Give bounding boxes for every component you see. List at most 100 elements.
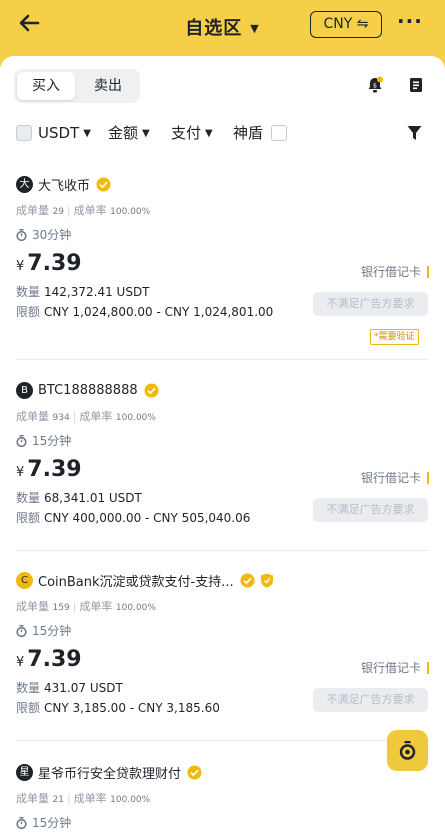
verified-badge-icon [187, 765, 202, 779]
amount-filter[interactable]: 金额 ▼ [108, 122, 150, 145]
filter-bar: USDT ▼ 金额 ▼ 支付 ▼ 神盾 [16, 122, 430, 144]
verified-badge-icon [240, 573, 255, 587]
completion-label: 成单率 [73, 792, 107, 805]
ad-listing[interactable]: 大 大飞收币 成单量 29 | 成单率 100.00% 30分钟 ¥7.39 数量 1… [0, 174, 445, 359]
filter-funnel-icon[interactable] [407, 125, 422, 141]
order-limit: 限额 CNY 1,024,800.00 - CNY 1,024,801.00 [16, 303, 273, 320]
price-value: 7.39 [27, 647, 82, 672]
merchant-name[interactable]: 大 大飞收币 [16, 174, 111, 194]
merchant-stats: 成单量 29 | 成单率 100.00% [16, 204, 151, 217]
orders-count: 21 [52, 795, 64, 805]
asset-filter-label: USDT [38, 124, 80, 142]
payment-time: 15分钟 [16, 432, 71, 449]
price-value: 7.39 [27, 251, 82, 276]
buy-tab[interactable]: 买入 [17, 72, 75, 100]
merchant-name[interactable]: B BTC188888888 [16, 380, 159, 400]
quantity-value: 142,372.41 USDT [44, 285, 150, 299]
quantity-label: 数量 [16, 285, 41, 299]
requirement-not-met-button[interactable]: 不满足广告方要求 [313, 292, 428, 316]
more-options-icon[interactable]: ··· [397, 9, 423, 33]
ad-price: ¥7.39 [16, 647, 82, 672]
completion-rate: 100.00% [115, 413, 156, 423]
completion-label: 成单率 [73, 204, 107, 217]
currency-symbol: ¥ [16, 259, 25, 274]
swap-icon: ⇋ [352, 16, 369, 32]
listing-divider [16, 550, 429, 551]
order-limit: 限额 CNY 400,000.00 - CNY 505,040.06 [16, 509, 250, 526]
merchant-name-text: 星爷币行安全贷款理财付 [38, 766, 182, 782]
verified-badge-icon [144, 383, 159, 397]
ad-listing[interactable]: C CoinBank沉淀或贷款支付-支持... 成单量 159 | 成单率 100.… [0, 570, 445, 735]
payment-time: 15分钟 [16, 622, 71, 639]
shield-checkbox[interactable] [271, 125, 287, 141]
notification-bell-icon[interactable]: $ [366, 76, 384, 94]
floating-action-button[interactable] [387, 730, 428, 771]
completion-rate: 100.00% [110, 795, 151, 805]
svg-text:$: $ [373, 82, 377, 90]
sell-tab[interactable]: 卖出 [79, 72, 137, 100]
available-quantity: 数量 431.07 USDT [16, 679, 123, 696]
listing-divider [16, 359, 429, 360]
quantity-value: 68,341.01 USDT [44, 491, 142, 505]
time-limit-text: 15分钟 [32, 434, 72, 448]
payment-method: 银行借记卡 [361, 266, 429, 278]
merchant-name[interactable]: 星 星爷币行安全贷款理财付 [16, 762, 202, 782]
available-quantity: 数量 142,372.41 USDT [16, 283, 150, 300]
shield-badge-icon [260, 573, 273, 587]
timer-icon [16, 816, 27, 829]
limit-label: 限额 [16, 305, 41, 319]
verified-badge-icon [96, 177, 111, 191]
orders-count: 934 [52, 413, 70, 423]
orders-count: 29 [52, 207, 64, 217]
ad-listing[interactable]: 星 星爷币行安全贷款理财付 成单量 21 | 成单率 100.00% 15分钟 [0, 762, 445, 836]
quantity-label: 数量 [16, 681, 41, 695]
merchant-avatar: 星 [16, 763, 33, 781]
currency-switch-button[interactable]: CNY ⇋ [310, 11, 382, 38]
limit-value: CNY 1,024,800.00 - CNY 1,024,801.00 [44, 305, 274, 319]
time-limit-text: 15分钟 [32, 816, 72, 830]
payment-method: 银行借记卡 [361, 662, 429, 674]
payment-time: 15分钟 [16, 814, 71, 831]
merchant-name[interactable]: C CoinBank沉淀或贷款支付-支持... [16, 570, 274, 590]
payment-dropdown-icon: ▼ [205, 128, 213, 139]
amount-dropdown-icon: ▼ [142, 128, 150, 139]
currency-label: CNY [323, 16, 353, 32]
merchant-name-text: CoinBank沉淀或贷款支付-支持... [38, 574, 234, 590]
time-limit-text: 15分钟 [32, 624, 72, 638]
asset-filter[interactable]: USDT ▼ [38, 122, 91, 145]
payment-filter-label: 支付 [171, 124, 202, 142]
timer-icon [16, 624, 27, 637]
merchant-avatar: B [16, 381, 33, 399]
merchant-stats: 成单量 21 | 成单率 100.00% [16, 792, 151, 805]
amount-filter-label: 金额 [108, 124, 139, 142]
title-dropdown-icon: ▼ [250, 22, 260, 35]
timer-fab-icon [399, 741, 416, 760]
completion-rate: 100.00% [110, 207, 151, 217]
available-quantity: 数量 68,341.01 USDT [16, 489, 142, 506]
timer-icon [16, 228, 27, 241]
limit-label: 限额 [16, 701, 41, 715]
completion-rate: 100.00% [115, 603, 156, 613]
orders-label: 成单量 [16, 600, 49, 613]
ad-listing[interactable]: B BTC188888888 成单量 934 | 成单率 100.00% 15分钟 … [0, 380, 445, 545]
merchant-name-text: BTC188888888 [38, 382, 138, 398]
merchant-avatar: 大 [16, 175, 33, 193]
requirement-not-met-button[interactable]: 不满足广告方要求 [313, 688, 428, 712]
quantity-label: 数量 [16, 491, 41, 505]
ad-price: ¥7.39 [16, 251, 82, 276]
asset-dropdown-icon: ▼ [83, 128, 91, 139]
requirement-not-met-button[interactable]: 不满足广告方要求 [313, 498, 428, 522]
orders-label: 成单量 [16, 204, 49, 217]
trade-side-toggle: 买入 卖出 [14, 69, 140, 103]
order-list-icon[interactable] [408, 77, 424, 93]
payment-method: 银行借记卡 [361, 472, 429, 484]
payment-filter[interactable]: 支付 ▼ [171, 122, 213, 145]
asset-checkbox[interactable] [16, 125, 32, 141]
quantity-value: 431.07 USDT [44, 681, 123, 695]
currency-symbol: ¥ [16, 465, 25, 480]
orders-label: 成单量 [16, 792, 49, 805]
limit-label: 限额 [16, 511, 41, 525]
completion-label: 成单率 [79, 410, 113, 423]
orders-count: 159 [52, 603, 70, 613]
main-sheet: 买入 卖出 $ USDT ▼ 金额 ▼ 支付 ▼ 神盾 大 大飞收币 成单量 2… [0, 56, 445, 836]
